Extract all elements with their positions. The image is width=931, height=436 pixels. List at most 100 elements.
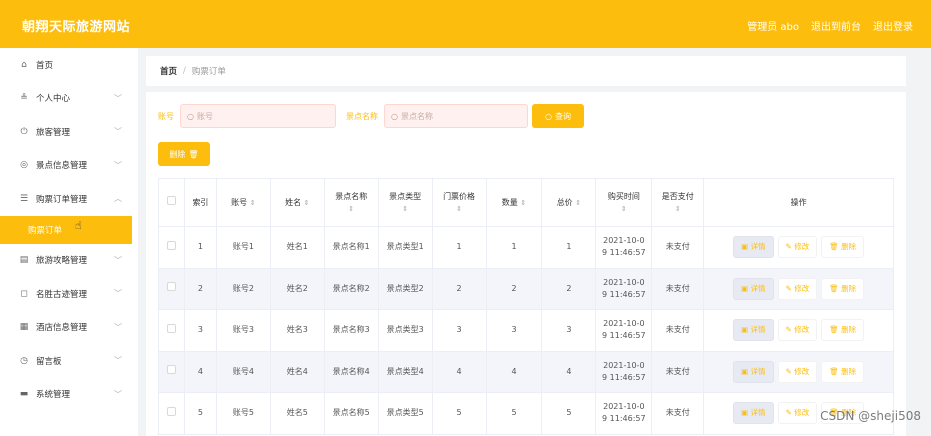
top-links: 管理员 abo 退出到前台 退出登录 <box>747 18 913 33</box>
spot-name-search-input[interactable]: ○ 景点名称 <box>384 104 528 128</box>
time-line-1: 2021-10-0 <box>603 360 645 370</box>
logout-link[interactable]: 退出登录 <box>873 18 913 33</box>
detail-button[interactable]: ▣ 详情 <box>733 402 774 425</box>
edit-button[interactable]: ✎ 修改 <box>777 402 818 425</box>
cell-qty: 5 <box>485 392 543 435</box>
cell-price: 3 <box>431 309 487 352</box>
row-select-cell <box>158 226 185 269</box>
edit-button[interactable]: ✎ 修改 <box>777 277 818 300</box>
cell-index: 2 <box>183 267 217 310</box>
edit-icon: ✎ <box>785 408 792 418</box>
row-checkbox[interactable] <box>166 282 176 292</box>
detail-button[interactable]: ▣ 详情 <box>733 319 774 342</box>
cell-price: 1 <box>431 226 487 269</box>
delete-button[interactable]: 🗑 删除 <box>821 319 865 342</box>
edit-button[interactable]: ✎ 修改 <box>777 319 818 342</box>
edit-label: 修改 <box>794 408 810 418</box>
sidebar-item-label: 留言板 <box>36 356 62 367</box>
account-label: 账号 <box>158 111 174 121</box>
home-icon: ⌂ <box>21 59 27 70</box>
sort-icon: ⇕ <box>456 204 462 213</box>
breadcrumb-separator: / <box>183 66 186 76</box>
clock-icon: ◷ <box>20 355 28 366</box>
spot-name-label: 景点名称 <box>346 111 378 121</box>
frame-icon: ◻ <box>20 288 28 299</box>
edit-label: 修改 <box>794 283 810 293</box>
header-ticket-price[interactable]: 门票价格 ⇕ <box>431 178 487 227</box>
row-checkbox[interactable] <box>166 406 176 416</box>
detail-button[interactable]: ▣ 详情 <box>733 360 774 383</box>
detail-button[interactable]: ▣ 详情 <box>733 277 774 300</box>
delete-label: 删除 <box>841 283 857 293</box>
admin-user-link[interactable]: 管理员 abo <box>747 18 799 33</box>
time-line-1: 2021-10-0 <box>603 319 645 329</box>
sidebar-item[interactable]: ⌂ 首页 <box>0 48 138 82</box>
cell-paid: 未支付 <box>651 309 705 352</box>
sidebar-item[interactable]: ▬ 系统管理 ﹀ <box>0 378 138 412</box>
sidebar-item[interactable]: ⏻ 旅客管理 ﹀ <box>0 115 138 149</box>
header-purchase-time[interactable]: 购买时间 ⇕ <box>595 178 653 227</box>
sidebar-item[interactable]: ☰ 购票订单管理 ︿ <box>0 182 138 216</box>
table-row: 1 账号1 姓名1 景点名称1 景点类型1 1 1 1 2021-10-0 9 11:46:57 未… <box>158 226 894 269</box>
header-spot-type[interactable]: 景点类型 ⇕ <box>377 178 433 227</box>
sidebar-item[interactable]: ≗ 个人中心 ﹀ <box>0 82 138 116</box>
header-paid[interactable]: 是否支付 ⇕ <box>651 178 705 227</box>
cell-total: 4 <box>541 350 597 393</box>
detail-button[interactable]: ▣ 详情 <box>733 236 774 259</box>
cell-index: 5 <box>183 392 217 435</box>
account-search-input[interactable]: ○ 账号 <box>180 104 336 128</box>
row-checkbox[interactable] <box>166 240 176 250</box>
cell-purchase-time: 2021-10-0 9 11:46:57 <box>595 392 653 435</box>
header-actions: 操作 <box>703 178 894 227</box>
header-quantity[interactable]: 数量 ⇕ <box>485 178 543 227</box>
edit-button[interactable]: ✎ 修改 <box>777 360 818 383</box>
trash-icon: 🗑 <box>829 283 839 293</box>
exit-to-frontend-link[interactable]: 退出到前台 <box>811 18 861 33</box>
sidebar-item-label: 首页 <box>36 60 54 71</box>
sidebar-item-label: 个人中心 <box>36 94 71 105</box>
sidebar-item[interactable]: ▤ 旅游攻略管理 ﹀ <box>0 244 138 278</box>
header-spot-name[interactable]: 景点名称 ⇕ <box>323 178 379 227</box>
cell-index: 4 <box>183 350 217 393</box>
chevron-icon: ﹀ <box>114 160 122 170</box>
row-checkbox[interactable] <box>166 365 176 375</box>
edit-icon: ✎ <box>785 242 792 252</box>
sidebar-item[interactable]: ▦ 酒店信息管理 ﹀ <box>0 311 138 345</box>
breadcrumb: 首页 / 购票订单 <box>146 56 906 86</box>
sort-icon: ⇕ <box>303 198 310 207</box>
sidebar-item[interactable]: ◻ 名胜古迹管理 ﹀ <box>0 277 138 311</box>
cell-actions: ▣ 详情 ✎ 修改 🗑 删除 <box>703 267 894 310</box>
edit-icon: ✎ <box>785 325 792 335</box>
delete-button[interactable]: 🗑 删除 <box>821 277 865 300</box>
sidebar-item[interactable]: ◎ 景点信息管理 ﹀ <box>0 149 138 183</box>
batch-delete-button[interactable]: 删除 🗑 <box>158 142 210 166</box>
breadcrumb-home[interactable]: 首页 <box>160 65 177 77</box>
header-name[interactable]: 姓名 ⇕ <box>269 178 325 227</box>
header-total[interactable]: 总价 ⇕ <box>541 178 597 227</box>
cell-account: 账号3 <box>215 309 271 352</box>
cell-spot: 景点名称1 <box>323 226 379 269</box>
cell-account: 账号1 <box>215 226 271 269</box>
sidebar-subitem-ticket-orders[interactable]: 购票订单 ☝ <box>0 215 132 244</box>
delete-button[interactable]: 🗑 删除 <box>821 236 865 259</box>
row-checkbox[interactable] <box>166 323 176 333</box>
query-button-label: 查询 <box>554 111 571 121</box>
header-spot-name-label: 景点名称 <box>335 191 368 201</box>
header-account[interactable]: 账号 ⇕ <box>215 178 271 227</box>
sidebar-item[interactable]: ◷ 留言板 ﹀ <box>0 344 138 378</box>
select-all-checkbox[interactable] <box>166 196 176 205</box>
delete-button[interactable]: 🗑 删除 <box>821 360 865 383</box>
table-row: 4 账号4 姓名4 景点名称4 景点类型4 4 4 4 2021-10-0 9 11:46:57 未… <box>158 350 894 393</box>
time-line-2: 9 11:46:57 <box>602 414 646 424</box>
edit-button[interactable]: ✎ 修改 <box>777 236 818 259</box>
query-button[interactable]: ○ 查询 <box>532 104 584 128</box>
cell-account: 账号4 <box>215 350 271 393</box>
cell-total: 2 <box>541 267 597 310</box>
detail-label: 详情 <box>750 242 766 252</box>
trash-icon: 🗑 <box>829 242 839 252</box>
edit-icon: ✎ <box>785 283 792 293</box>
delete-label: 删除 <box>841 325 857 335</box>
cell-name: 姓名2 <box>269 267 325 310</box>
sidebar-item-label: 系统管理 <box>36 390 71 401</box>
cell-purchase-time: 2021-10-0 9 11:46:57 <box>595 226 653 269</box>
